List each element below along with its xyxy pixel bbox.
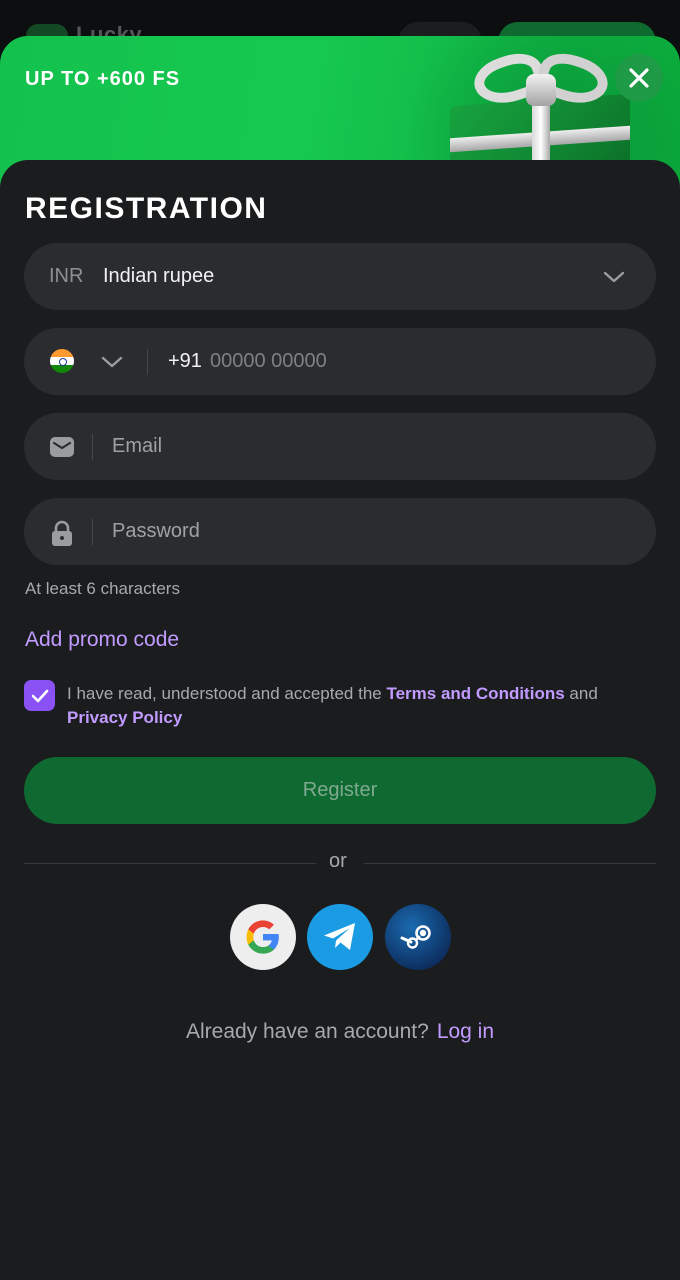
terms-checkbox[interactable] [24, 680, 55, 711]
page-title: REGISTRATION [25, 192, 268, 225]
password-hint: At least 6 characters [25, 579, 180, 598]
india-flag-icon[interactable] [50, 349, 74, 373]
close-button[interactable] [615, 54, 663, 102]
password-field [24, 498, 656, 565]
steam-icon [400, 925, 431, 949]
telegram-icon [324, 923, 355, 950]
phone-input[interactable] [210, 350, 610, 373]
terms-and: and [569, 684, 598, 703]
field-divider [147, 349, 148, 375]
or-divider-left [24, 863, 316, 864]
checkmark-icon [31, 689, 48, 702]
banner-title: UP TO +600 FS [25, 68, 181, 90]
phone-field: +91 [24, 328, 656, 395]
phone-prefix: +91 [168, 350, 202, 372]
country-chevron-down-icon[interactable] [100, 350, 124, 374]
or-divider-right [364, 863, 656, 864]
page: Lucky UP TO +600 FS REGISTRATION INR Ind… [0, 0, 680, 1280]
registration-form: REGISTRATION INR Indian rupee +91 00000 … [0, 160, 680, 1280]
login-link[interactable]: Log in [437, 1020, 494, 1043]
field-divider [92, 434, 93, 460]
email-input[interactable] [112, 435, 612, 458]
password-input[interactable] [112, 520, 612, 543]
close-icon [629, 68, 649, 88]
envelope-icon [50, 437, 74, 457]
google-login-button[interactable] [230, 904, 296, 970]
or-divider-text: or [329, 850, 347, 872]
lock-icon [52, 520, 72, 546]
terms-text: I have read, understood and accepted the… [67, 682, 647, 730]
currency-select[interactable]: INR Indian rupee [24, 243, 656, 310]
privacy-link[interactable]: Privacy Policy [67, 708, 182, 727]
google-icon [246, 920, 279, 954]
login-prompt: Already have an account? Log in [0, 1020, 680, 1044]
currency-code: INR [49, 265, 84, 287]
steam-login-button[interactable] [385, 904, 451, 970]
currency-name: Indian rupee [103, 265, 215, 287]
chevron-down-icon [603, 271, 625, 283]
telegram-login-button[interactable] [307, 904, 373, 970]
account-question: Already have an account? [185, 1020, 429, 1043]
terms-prefix: I have read, understood and accepted the [67, 684, 382, 703]
terms-link[interactable]: Terms and Conditions [386, 684, 564, 703]
field-divider [92, 519, 93, 545]
add-promo-code-link[interactable]: Add promo code [25, 628, 179, 652]
email-field [24, 413, 656, 480]
register-button[interactable]: Register [24, 757, 656, 824]
registration-modal: UP TO +600 FS REGISTRATION INR Indian ru… [0, 36, 680, 1280]
